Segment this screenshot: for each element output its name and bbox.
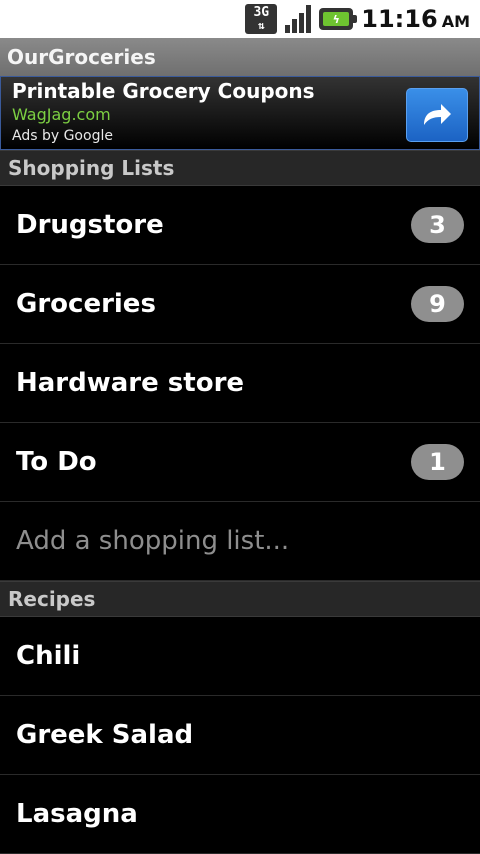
network-label: 3G [253,5,270,20]
recipe-item-chili[interactable]: Chili [0,617,480,696]
item-count-badge: 1 [411,444,464,480]
add-shopping-list-placeholder: Add a shopping list... [16,526,290,556]
shopping-list-item-hardware-store[interactable]: Hardware store [0,344,480,423]
ad-url[interactable]: WagJag.com [12,105,111,124]
item-count-badge: 9 [411,286,464,322]
recipe-item-label: Chili [16,641,81,671]
recipe-item-label: Greek Salad [16,720,194,750]
battery-charging-icon: ϟ [319,4,358,34]
ad-banner[interactable]: Printable Grocery Coupons WagJag.com Ads… [0,76,480,150]
recipes-header-label: Recipes [8,587,96,611]
signal-strength-icon [285,4,312,34]
list-item-label: Drugstore [16,210,164,240]
shopping-lists-header-label: Shopping Lists [8,156,175,180]
list-item-label: To Do [16,447,97,477]
clock-ampm: AM [441,12,470,31]
app-title: OurGroceries [7,45,156,69]
app-title-bar: OurGroceries [0,38,480,76]
ad-attribution: Ads by Google [12,128,113,144]
network-3g-icon: 3G ⇅ [245,4,278,34]
status-clock: 11:16 AM [361,5,470,33]
recipe-item-label: Lasagna [16,799,138,829]
share-arrow-icon [424,104,451,125]
add-shopping-list-input[interactable]: Add a shopping list... [0,502,480,581]
clock-time: 11:16 [361,5,438,33]
status-bar: 3G ⇅ ϟ 11:16 AM [0,0,480,38]
recipe-item-greek-salad[interactable]: Greek Salad [0,696,480,775]
shopping-list-item-to-do[interactable]: To Do 1 [0,423,480,502]
item-count-badge: 3 [411,207,464,243]
shopping-lists-header: Shopping Lists [0,150,480,186]
list-item-label: Hardware store [16,368,245,398]
shopping-list-item-drugstore[interactable]: Drugstore 3 [0,186,480,265]
ad-go-button[interactable] [406,88,468,142]
ad-title[interactable]: Printable Grocery Coupons [12,79,315,103]
list-item-label: Groceries [16,289,156,319]
recipes-header: Recipes [0,581,480,617]
shopping-list-item-groceries[interactable]: Groceries 9 [0,265,480,344]
recipe-item-lasagna[interactable]: Lasagna [0,775,480,854]
